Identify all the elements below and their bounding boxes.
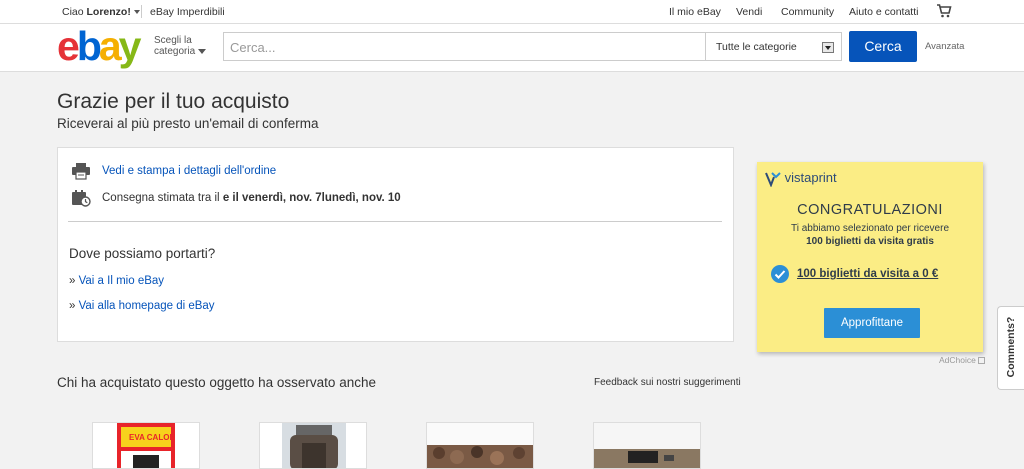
chevron-down-icon (198, 48, 207, 54)
suggestions-heading: Chi ha acquistato questo oggetto ha osse… (57, 375, 376, 390)
product-image (427, 423, 533, 468)
header: ebay Scegli la categoria Cerca... Tutte … (0, 24, 1024, 72)
dropdown-arrow-icon (822, 42, 834, 53)
advanced-search-link[interactable]: Avanzata (925, 41, 964, 52)
chevron-down-icon (133, 10, 140, 15)
sell-link[interactable]: Vendi (736, 6, 762, 18)
ebay-logo[interactable]: ebay (57, 26, 141, 67)
daily-deals-link[interactable]: eBay Imperdibili (150, 6, 225, 18)
vistaprint-logo-mark-icon (765, 171, 781, 188)
help-contact-link[interactable]: Aiuto e contatti (849, 6, 918, 18)
adchoice-link[interactable]: AdChoice (939, 355, 986, 365)
user-greeting[interactable]: Ciao Lorenzo! (62, 6, 140, 18)
search-input[interactable]: Cerca... (223, 32, 706, 61)
category-select[interactable]: Tutte le categorie (706, 32, 842, 61)
ad-headline: CONGRATULAZIONI (797, 202, 943, 218)
suggestions-feedback-link[interactable]: Feedback sui nostri suggerimenti (594, 377, 741, 388)
product-image: EVA CALOR (117, 423, 175, 468)
ad-cta-button[interactable]: Approfittane (824, 308, 920, 338)
order-confirmation-card: Vedi e stampa i dettagli dell'ordine Con… (57, 147, 734, 342)
calendar-clock-icon (71, 189, 91, 207)
suggestion-item-3[interactable] (426, 422, 534, 469)
printer-icon (71, 162, 91, 180)
go-to-homepage-link[interactable]: Vai alla homepage di eBay (79, 300, 215, 312)
ad-line-2: 100 biglietti da visita gratis (806, 236, 934, 247)
vistaprint-logo: vistaprint (765, 170, 837, 188)
checkmark-icon (771, 265, 789, 283)
go-to-my-ebay-item: » Vai a Il mio eBay (69, 275, 165, 287)
ad-offer: 100 biglietti da visita a 0 € (797, 268, 939, 280)
page-subtitle: Riceverai al più presto un'email di conf… (57, 116, 319, 131)
suggestion-item-2[interactable] (259, 422, 367, 469)
product-image (282, 423, 346, 468)
delivery-estimate-text: Consegna stimata tra il e il venerdì, no… (102, 192, 401, 204)
delivery-dates: e il venerdì, nov. 7lunedì, nov. 10 (222, 192, 401, 204)
suggestion-item-1[interactable]: EVA CALOR (92, 422, 200, 469)
top-nav: Ciao Lorenzo! eBay Imperdibili Il mio eB… (0, 0, 1024, 24)
page-title: Grazie per il tuo acquisto (57, 90, 290, 113)
search-button[interactable]: Cerca (849, 31, 917, 62)
divider (68, 221, 722, 222)
print-order-details-link[interactable]: Vedi e stampa i dettagli dell'ordine (102, 165, 276, 177)
product-image (594, 423, 700, 468)
product-brand-text: EVA CALOR (129, 433, 175, 442)
my-ebay-link[interactable]: Il mio eBay (669, 6, 721, 18)
shop-by-category-button[interactable]: Scegli la categoria (154, 35, 207, 57)
nav-divider (141, 5, 142, 18)
ad-line-1: Ti abbiamo selezionato per ricevere (790, 223, 950, 234)
user-name: Lorenzo! (86, 6, 131, 18)
go-to-my-ebay-link[interactable]: Vai a Il mio eBay (79, 275, 164, 287)
comments-tab[interactable]: Comments? (997, 306, 1024, 390)
go-to-homepage-item: » Vai alla homepage di eBay (69, 300, 215, 312)
community-link[interactable]: Community (781, 6, 834, 18)
cart-icon[interactable] (936, 4, 952, 21)
suggestion-item-4[interactable] (593, 422, 701, 469)
adchoice-icon (978, 357, 986, 365)
where-to-go-heading: Dove possiamo portarti? (69, 246, 216, 261)
vistaprint-ad[interactable]: vistaprint CONGRATULAZIONI Ti abbiamo se… (757, 162, 983, 352)
